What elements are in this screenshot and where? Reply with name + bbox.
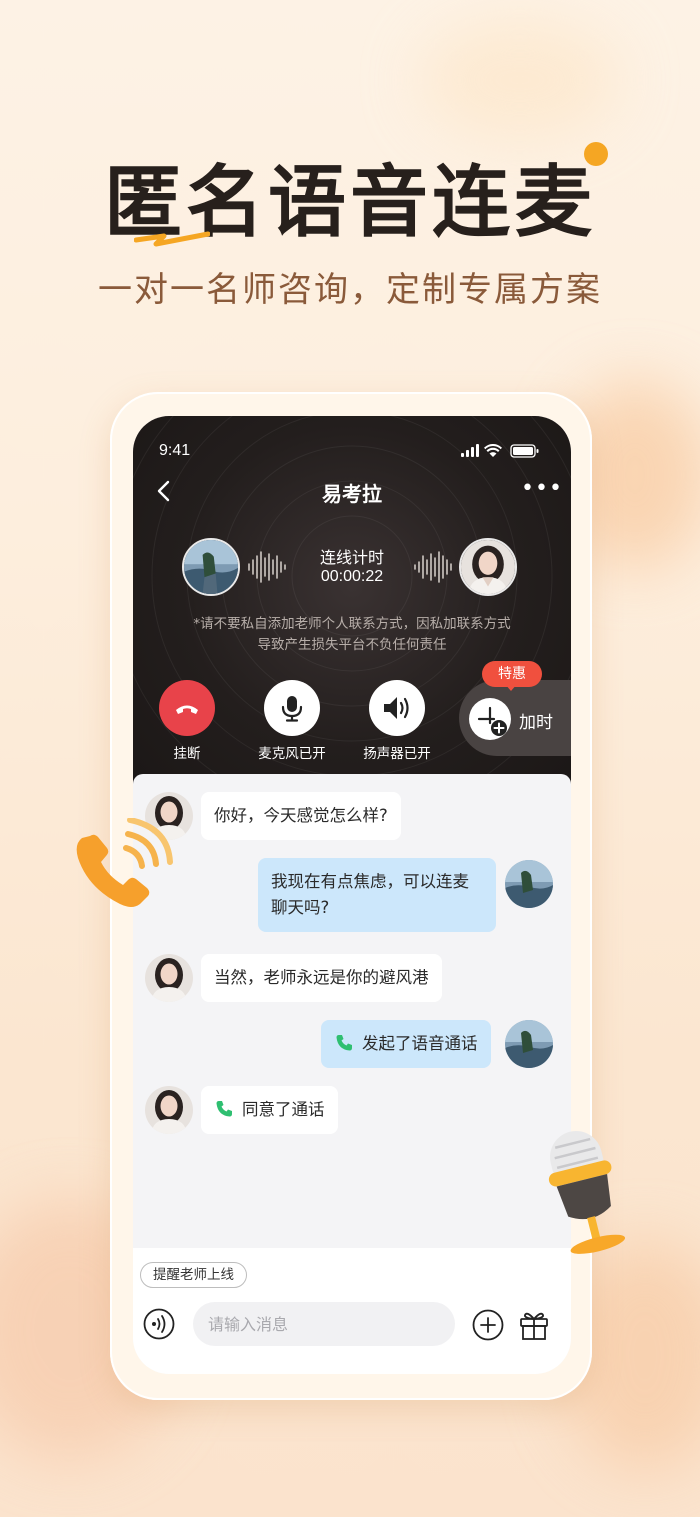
composer-bar: 提醒老师上线 — [133, 1248, 571, 1374]
extend-time-button[interactable]: 加时 — [459, 680, 571, 756]
my-avatar[interactable] — [505, 860, 553, 908]
title-accent-dot — [584, 142, 608, 166]
call-event-bubble: 发起了语音通话 — [321, 1020, 491, 1068]
hangup-icon[interactable] — [159, 680, 215, 736]
phone-call-icon — [336, 1035, 352, 1051]
chat-title: 易考拉 — [322, 482, 382, 506]
microphone-decoration-icon — [548, 1130, 626, 1254]
speaker-icon[interactable] — [369, 680, 425, 736]
call-event-bubble: 同意了通话 — [201, 1086, 338, 1134]
add-more-icon[interactable] — [472, 1309, 504, 1341]
disclaimer-line-2: 导致产生损失平台不负任何责任 — [257, 637, 447, 653]
microphone-label: 麦克风已开 — [258, 746, 326, 762]
message-input[interactable] — [193, 1302, 455, 1346]
speaker-toggle-button[interactable]: 扬声器已开 — [357, 680, 437, 762]
microphone-toggle-button[interactable]: 麦克风已开 — [252, 680, 332, 762]
title-squiggle-decoration — [134, 231, 210, 247]
call-event-text: 发起了语音通话 — [362, 1034, 478, 1053]
message-bubble: 我现在有点焦虑，可以连麦 聊天吗? — [258, 858, 496, 932]
teacher-avatar — [459, 538, 517, 596]
more-options-button[interactable]: ••• — [521, 478, 562, 504]
extend-time-label: 加时 — [519, 713, 553, 733]
message-bubble: 你好，今天感觉怎么样? — [201, 792, 401, 840]
promo-badge-tail — [505, 684, 517, 691]
message-bubble: 当然，老师永远是你的避风港 — [201, 954, 442, 1002]
remind-teacher-button[interactable]: 提醒老师上线 — [140, 1262, 247, 1288]
disclaimer-line-1: *请不要私自添加老师个人联系方式，因私加联系方式 — [193, 616, 511, 632]
sound-wave-icon — [414, 551, 452, 583]
speaker-label: 扬声器已开 — [363, 746, 431, 762]
call-disclaimer: *请不要私自添加老师个人联系方式，因私加联系方式 导致产生损失平台不负任何责任 — [153, 614, 551, 656]
hangup-button[interactable]: 挂断 — [147, 680, 227, 762]
message-text-line-1: 我现在有点焦虑，可以连麦 — [271, 872, 469, 891]
gift-icon[interactable] — [517, 1308, 551, 1342]
phone-call-icon — [216, 1101, 232, 1117]
teacher-avatar[interactable] — [145, 954, 193, 1002]
status-icons — [461, 444, 539, 458]
voice-input-icon[interactable] — [143, 1308, 175, 1340]
call-panel: 9:41 易考拉 ••• 连线计时 00:00:22 *请不要私自添加老师个人联… — [133, 416, 571, 796]
extend-time-icon — [469, 698, 511, 740]
hero-subtitle: 一对一名师咨询，定制专属方案 — [98, 270, 602, 310]
chat-message-list[interactable]: 你好，今天感觉怎么样? 我现在有点焦虑，可以连麦 聊天吗? 当然，老师永远是你的… — [133, 774, 571, 1248]
hangup-label: 挂断 — [173, 746, 201, 762]
teacher-avatar[interactable] — [145, 1086, 193, 1134]
phone-screen: 9:41 易考拉 ••• 连线计时 00:00:22 *请不要私自添加老师个人联… — [133, 416, 571, 1374]
my-avatar[interactable] — [505, 1020, 553, 1068]
phone-handset-decoration-icon — [76, 818, 173, 907]
message-text-line-2: 聊天吗? — [271, 898, 330, 917]
microphone-icon[interactable] — [264, 680, 320, 736]
call-event-text: 同意了通话 — [242, 1100, 325, 1119]
status-time: 9:41 — [159, 442, 191, 459]
